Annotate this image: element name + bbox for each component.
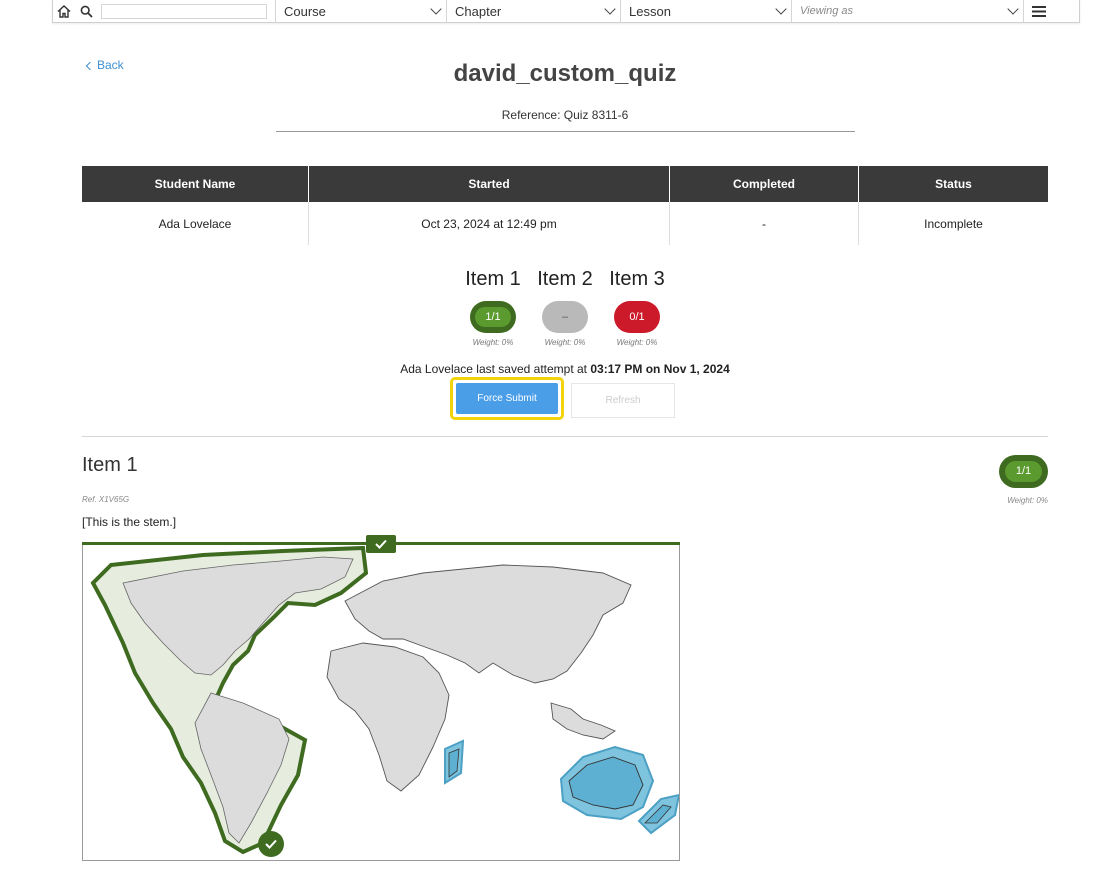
- last-saved-time: 03:17 PM on Nov 1, 2024: [590, 362, 730, 376]
- table-row: Ada Lovelace Oct 23, 2024 at 12:49 pm - …: [82, 202, 1048, 245]
- chevron-down-icon: [775, 3, 787, 15]
- search-icon[interactable]: [75, 0, 97, 22]
- table-header-row: Student Name Started Completed Status: [82, 166, 1048, 202]
- last-saved-prefix: Ada Lovelace last saved attempt at: [400, 362, 591, 376]
- menu-button[interactable]: [1023, 0, 1054, 22]
- refresh-button[interactable]: Refresh: [571, 383, 675, 418]
- score-value: 1/1: [475, 307, 511, 327]
- check-icon: [375, 539, 387, 549]
- course-select[interactable]: Course: [275, 0, 446, 22]
- top-toolbar: Course Chapter Lesson Viewing as: [52, 0, 1080, 23]
- search-input[interactable]: [101, 3, 267, 19]
- item-score-value: 1/1: [1005, 461, 1042, 482]
- chapter-select-label: Chapter: [455, 3, 502, 19]
- chevron-down-icon: [1007, 3, 1019, 15]
- score-value: 0/1: [619, 307, 655, 327]
- page-title: david_custom_quiz: [453, 60, 677, 87]
- item-label: Item 2: [537, 268, 593, 290]
- world-map: [90, 545, 679, 855]
- item-summary-2[interactable]: Item 2 – Weight: 0%: [529, 268, 601, 347]
- viewing-as-label: Viewing as: [800, 5, 853, 17]
- southeast-asia-islands: [550, 702, 616, 740]
- student-table: Student Name Started Completed Status Ad…: [82, 166, 1048, 245]
- course-select-label: Course: [284, 3, 326, 19]
- cell-status: Incomplete: [924, 216, 983, 231]
- viewing-as-select[interactable]: Viewing as: [791, 0, 1023, 22]
- item-weight: Weight: 0%: [544, 338, 586, 347]
- africa-land: [326, 642, 450, 792]
- item-label: Item 3: [609, 268, 665, 290]
- item-title: Item 1: [82, 454, 138, 476]
- check-icon: [265, 839, 277, 849]
- last-saved-text: Ada Lovelace last saved attempt at 03:17…: [0, 362, 1120, 376]
- correct-check-circle: [258, 831, 284, 857]
- item-weight: Weight: 0%: [472, 338, 514, 347]
- score-pill-correct[interactable]: 1/1: [470, 301, 516, 333]
- cell-student-name: Ada Lovelace: [82, 202, 309, 245]
- title-divider: [276, 131, 855, 132]
- score-pill-incorrect[interactable]: 0/1: [614, 301, 660, 333]
- section-divider: [82, 436, 1048, 437]
- cell-completed: -: [669, 202, 859, 245]
- force-submit-highlight: Force Submit: [450, 377, 564, 420]
- chapter-select[interactable]: Chapter: [446, 0, 620, 22]
- item-label: Item 1: [465, 268, 521, 290]
- item-stem: [This is the stem.]: [82, 515, 177, 529]
- lesson-select-label: Lesson: [629, 3, 671, 19]
- score-value: –: [547, 307, 583, 327]
- column-header-started: Started: [308, 166, 670, 202]
- chevron-down-icon: [604, 3, 616, 15]
- quiz-reference: Reference: Quiz 8311-6: [501, 108, 629, 122]
- item-reference: Ref. X1V65G: [82, 495, 130, 504]
- column-header-completed: Completed: [669, 166, 859, 202]
- score-pill-unanswered[interactable]: –: [542, 301, 588, 333]
- lesson-select[interactable]: Lesson: [620, 0, 791, 22]
- home-icon[interactable]: [53, 0, 75, 22]
- world-map-response: [82, 542, 680, 861]
- item-score-pill: 1/1: [999, 455, 1048, 488]
- correct-check-badge: [366, 535, 396, 553]
- item-summary: Item 1 1/1 Weight: 0% Item 2 – Weight: 0…: [0, 268, 1120, 347]
- column-header-status: Status: [858, 166, 1048, 202]
- column-header-student-name: Student Name: [82, 166, 309, 202]
- item-summary-3[interactable]: Item 3 0/1 Weight: 0%: [601, 268, 673, 347]
- item-weight: Weight: 0%: [616, 338, 658, 347]
- item-weight: Weight: 0%: [1007, 496, 1048, 505]
- hamburger-icon: [1032, 5, 1046, 17]
- force-submit-button[interactable]: Force Submit: [456, 383, 558, 414]
- item-summary-1[interactable]: Item 1 1/1 Weight: 0%: [457, 268, 529, 347]
- cell-started: Oct 23, 2024 at 12:49 pm: [308, 202, 670, 245]
- chevron-down-icon: [430, 3, 442, 15]
